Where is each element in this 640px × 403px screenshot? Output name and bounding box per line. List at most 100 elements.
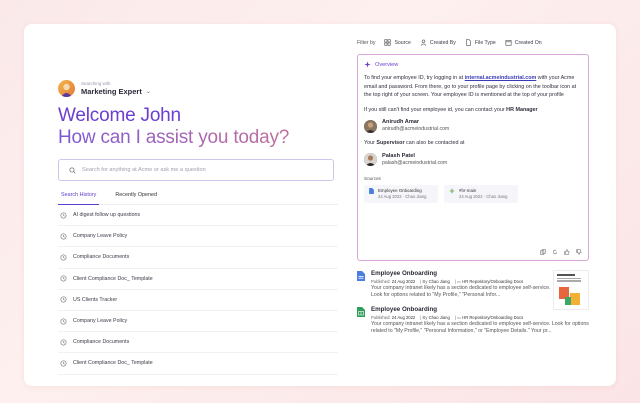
overview-text: can also be contacted at [404,140,465,147]
overview-paragraph-3: Your Supervisor can also be contacted at [364,139,582,148]
contact-email[interactable]: anirudh@acmeindustrial.com [382,126,449,133]
history-item[interactable]: Company Leave Policy [58,311,338,333]
filter-label: Filter by [357,39,376,46]
overview-paragraph-2: If you still can't find your employee id… [364,106,582,115]
contact-email[interactable]: palash@acmeindustrial.com [382,160,447,167]
overview-bold: Supervisor [376,140,405,147]
overview-text: If you still can't find your employee id… [364,106,507,113]
chevron-down-icon[interactable]: ⌄ [146,88,151,96]
history-item[interactable]: Client Compliance Doc_ Template [58,353,338,375]
source-chip[interactable]: Employee Onboarding 24 Aug 2022 · Chao J… [364,184,438,203]
search-history-list: AI digest follow up questions Company Le… [58,205,338,375]
refresh-icon[interactable] [552,249,558,255]
file-icon [465,39,471,46]
sparkle-icon [364,61,371,68]
filter-source[interactable]: Source [384,39,411,46]
result-by-label: By [422,279,428,284]
history-item-label: Compliance Documents [73,339,130,346]
result-snippet: Your company intranet likely has a secti… [371,320,589,335]
history-icon [60,339,67,346]
history-item-label: Compliance Documents [73,254,130,261]
source-chip[interactable]: #hr-main 24 Aug 2022 · Chao Jiang [444,184,518,203]
main-card: Searching with Marketing Expert ⌄ Welcom… [24,24,616,386]
history-item[interactable]: Compliance Documents [58,247,338,269]
result-published-label: Published: [371,314,391,320]
search-result[interactable]: Employee Onboarding Published: 24 Aug 20… [357,270,589,310]
filter-source-label: Source [394,39,411,46]
history-item-label: US Clients Tracker [73,296,118,303]
folder-icon: ▭ [457,279,462,284]
source-author: Chao Jiang [405,193,427,199]
result-title[interactable]: Employee Onboarding [371,270,551,278]
result-snippet: Your company intranet likely has a secti… [371,285,551,299]
history-item[interactable]: Client Compliance Doc_ Template [58,269,338,290]
result-author: Chao Jiang [428,314,450,320]
history-item-label: Client Compliance Doc_ Template [73,360,153,367]
history-item-label: Company Leave Policy [73,233,128,240]
tab-recently-opened[interactable]: Recently Opened [115,188,157,204]
result-path[interactable]: HR Repository/Onboarding Docs [462,315,523,320]
filter-bar: Filter by Source Created By File Type Cr… [357,39,589,46]
history-item[interactable]: AI digest follow up questions [58,205,338,227]
copy-icon[interactable] [540,249,546,255]
agent-selector[interactable]: Searching with Marketing Expert ⌄ [58,80,338,97]
doc-icon [369,187,374,194]
sources-list: Employee Onboarding 24 Aug 2022 · Chao J… [364,184,582,203]
search-input[interactable] [82,167,312,173]
history-item[interactable]: US Clients Tracker [58,290,338,311]
history-icon [60,318,67,325]
filter-file-type-label: File Type [474,39,496,46]
calendar-icon [505,40,512,46]
contact-hr-manager: Anirudh Amar anirudh@acmeindustrial.com [364,119,582,133]
filter-created-on[interactable]: Created On [505,39,542,46]
source-author: Chao Jiang [486,193,508,199]
intranet-link[interactable]: internal.acmeindustrial.com [465,75,537,81]
contact-name: Palash Patel [382,152,415,159]
history-item-label: AI digest follow up questions [73,212,141,219]
history-item-label: Client Compliance Doc_ Template [73,275,153,282]
slack-icon [449,188,455,194]
search-result[interactable]: Employee Onboarding Published: 24 Aug 20… [357,306,589,336]
assist-heading: How can I assist you today? [58,127,338,149]
result-published: 24 Aug 2022 [391,314,416,320]
search-box[interactable] [58,159,334,181]
welcome-heading: Welcome John [58,105,181,126]
tab-search-history[interactable]: Search History [58,188,100,205]
result-author: Chao Jiang [428,279,450,284]
history-item-label: Company Leave Policy [73,318,128,325]
history-item[interactable]: Compliance Documents [58,332,338,354]
result-published: 24 Aug 2022 [391,279,416,284]
source-date: 24 Aug 2022 [459,193,483,199]
filter-created-by-label: Created By [429,39,456,46]
google-sheet-icon [357,306,365,317]
agent-avatar [58,80,75,97]
overview-bold: HR Manager [506,106,538,113]
history-item[interactable]: Company Leave Policy [58,226,338,248]
google-doc-icon [357,271,365,281]
overview-text: Your [364,140,377,147]
history-icon [60,212,67,219]
history-icon [60,233,67,240]
search-icon [69,166,76,174]
history-icon [60,275,67,282]
contact-name: Anirudh Amar [382,119,420,126]
history-icon [60,360,67,367]
folder-icon: ▭ [457,314,462,320]
left-panel: Searching with Marketing Expert ⌄ Welcom… [58,80,338,375]
thumbs-down-icon[interactable] [576,249,582,255]
history-icon [60,254,67,261]
filter-file-type[interactable]: File Type [465,39,496,46]
avatar [364,153,377,167]
agent-name: Marketing Expert [81,86,142,96]
result-path[interactable]: HR Repository/Onboarding Docs [462,279,523,284]
filter-created-on-label: Created On [514,39,542,46]
overview-panel: Overview To find your employee ID, try l… [357,54,589,261]
result-by-label: By [422,314,428,320]
overview-paragraph-1: To find your employee ID, try logging in… [364,74,582,100]
thumbs-up-icon[interactable] [564,249,570,255]
result-published-label: Published: [371,279,391,284]
source-date: 24 Aug 2022 [378,193,402,199]
result-title[interactable]: Employee Onboarding [371,306,589,314]
filter-created-by[interactable]: Created By [420,39,456,46]
sources-label: Sources [364,175,381,181]
